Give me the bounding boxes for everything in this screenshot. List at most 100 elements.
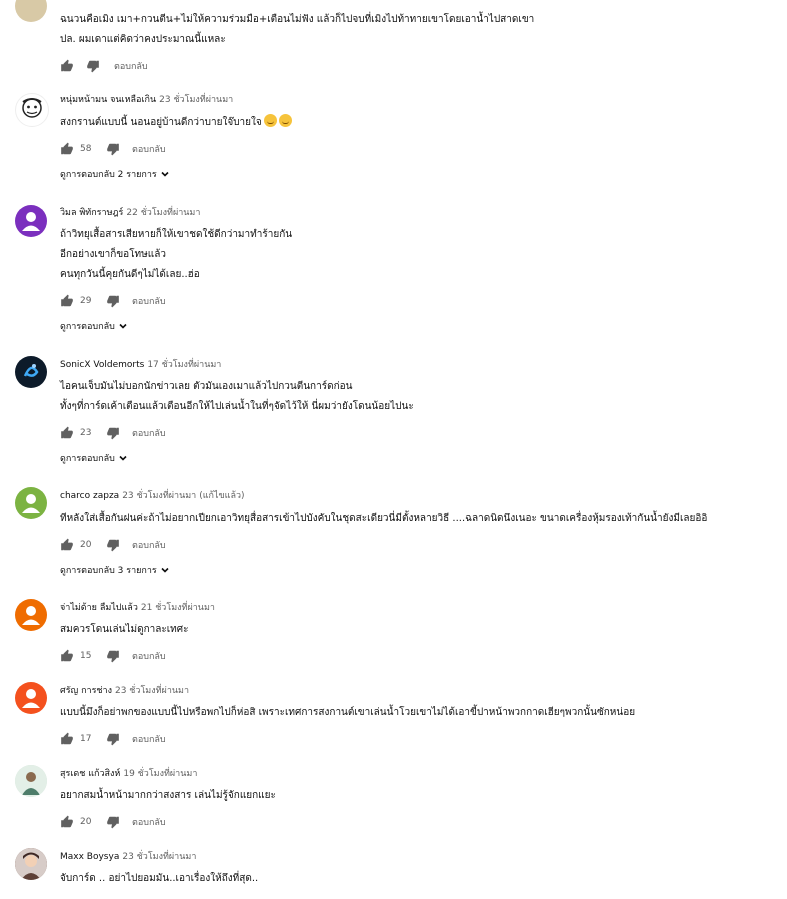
comment-actions: 29 ตอบกลับ [60,294,166,308]
thumbs-down-icon[interactable] [106,732,120,746]
reply-button[interactable]: ตอบกลับ [114,59,148,73]
comment-line: สงกรานต์แบบนี้ นอนอยู่บ้านดีกว่าบายใจ๊บา… [60,117,262,128]
avatar[interactable] [15,93,49,127]
comment-text: ถ้าวิทยุเสื้อสารเสียหายก็ให้เขาชดใช้ดีกว… [60,225,292,285]
comment-meta: หนุ่มหน้ามน จนเหลือเกิน 23 ชั่วโมงที่ผ่าน… [60,94,233,106]
thumbs-up-icon[interactable] [60,815,74,829]
comment-meta: สุรเดช แก้วสิงห์ 19 ชั่วโมงที่ผ่านมา [60,768,197,780]
thumbs-down-icon[interactable] [106,426,120,440]
thumbs-up-icon[interactable] [60,426,74,440]
author-name[interactable]: จ่าไม่ด้าย ลืมไปแล้ว [60,603,138,613]
comment-line: ฉนวนคือเมิง เมา+กวนตีน+ไม่ให้ความร่วมมือ… [60,14,535,25]
reply-button[interactable]: ตอบกลับ [132,649,166,663]
comment-meta: จ่าไม่ด้าย ลืมไปแล้ว 21 ชั่วโมงที่ผ่านมา [60,602,215,614]
comment-time[interactable]: 23 ชั่วโมงที่ผ่านมา [159,95,233,105]
reply-button[interactable]: ตอบกลับ [132,815,166,829]
view-replies-button[interactable]: ดูการตอบกลับ [60,451,128,465]
author-name[interactable]: หนุ่มหน้ามน จนเหลือเกิน [60,95,156,105]
avatar[interactable] [15,848,47,880]
like-count: 20 [80,817,92,827]
avatar[interactable] [15,205,47,237]
avatar[interactable] [15,765,47,797]
author-name[interactable]: สุรเดช แก้วสิงห์ [60,769,120,779]
like-count: 17 [80,734,92,744]
chevron-down-icon [119,455,127,461]
person-icon [22,212,40,231]
like-count: 23 [80,428,92,438]
smiley-emoji-icon [278,114,292,127]
comment-actions: 20 ตอบกลับ [60,538,166,552]
comment-line: คนทุกวันนี้คุยกันดีๆไม่ได้เลย..ฮ่อ [60,269,200,280]
comment-time[interactable]: 21 ชั่วโมงที่ผ่านมา [141,603,215,613]
comment-text: ไอคนเจ็บมันไม่บอกนักข่าวเลย ตัวมันเองเมา… [60,377,414,417]
thumbs-down-icon[interactable] [106,538,120,552]
comment-meta: charco zapza 23 ชั่วโมงที่ผ่านมา (แก้ไขแล้… [60,490,245,502]
comment-line: ถ้าวิทยุเสื้อสารเสียหายก็ให้เขาชดใช้ดีกว… [60,229,293,240]
avatar[interactable] [15,599,47,631]
reply-button[interactable]: ตอบกลับ [132,538,166,552]
comment-time[interactable]: 17 ชั่วโมงที่ผ่านมา [147,360,221,370]
thumbs-down-icon[interactable] [106,142,120,156]
comment-text: สมควรโดนเล่นไม่ดูกาละเทศะ [60,620,188,640]
thumbs-up-icon[interactable] [60,649,74,663]
like-count: 58 [80,144,92,154]
photo-avatar-icon [15,848,47,880]
thumbs-up-icon[interactable] [60,294,74,308]
person-icon [22,689,40,708]
comment-time[interactable]: 23 ชั่วโมงที่ผ่านมา [122,852,196,862]
comment-actions: 58 ตอบกลับ [60,142,166,156]
like-count: 29 [80,296,92,306]
person-icon [22,606,40,625]
view-replies-button[interactable]: ดูการตอบกลับ [60,319,128,333]
thumbs-up-icon[interactable] [60,732,74,746]
comment-text: แบบนี้มึงก็อย่าพกของแบบนี้ไปหรือพกไปก็ห่… [60,703,635,723]
comment-line: ทีหลังใส่เสื้อกันฝนค่ะถ้าไม่อยากเปียกเอา… [60,513,708,524]
author-name[interactable]: charco zapza [60,491,119,501]
view-replies-label: ดูการตอบกลับ 3 รายการ [60,566,157,576]
person-icon [22,494,40,513]
reply-button[interactable]: ตอบกลับ [132,732,166,746]
comment-time[interactable]: 22 ชั่วโมงที่ผ่านมา [126,208,200,218]
thumbs-down-icon[interactable] [106,649,120,663]
comment-actions: 17 ตอบกลับ [60,732,166,746]
author-name[interactable]: วิมล พิทักราษฎร์ [60,208,123,218]
view-replies-button[interactable]: ดูการตอบกลับ 2 รายการ [60,167,170,181]
reply-button[interactable]: ตอบกลับ [132,426,166,440]
chevron-down-icon [119,323,127,329]
smiley-emoji-icon [263,114,277,127]
comment-time[interactable]: 19 ชั่วโมงที่ผ่านมา [123,769,197,779]
like-count: 20 [80,540,92,550]
avatar[interactable] [15,682,47,714]
author-name[interactable]: ศรัญ การช่าง [60,686,112,696]
thumbs-down-icon[interactable] [86,59,100,73]
thumbs-up-icon[interactable] [60,59,74,73]
avatar[interactable] [15,356,47,388]
comment-meta: วิมล พิทักราษฎร์ 22 ชั่วโมงที่ผ่านมา [60,207,200,219]
chevron-down-icon [161,171,169,177]
comment-text: ทีหลังใส่เสื้อกันฝนค่ะถ้าไม่อยากเปียกเอา… [60,509,707,529]
comment-time[interactable]: 23 ชั่วโมงที่ผ่านมา [122,491,196,501]
view-replies-label: ดูการตอบกลับ [60,454,115,464]
avatar[interactable] [15,487,47,519]
reply-button[interactable]: ตอบกลับ [132,142,166,156]
thumbs-down-icon[interactable] [106,294,120,308]
comment-line: อยากสมน้ำหน้ามากกว่าสงสาร เล่นไม่รู้จักแ… [60,790,276,801]
thumbs-up-icon[interactable] [60,538,74,552]
comment-text: อยากสมน้ำหน้ามากกว่าสงสาร เล่นไม่รู้จักแ… [60,786,276,806]
comment-line: จับการ์ด .. อย่าไปยอมมัน..เอาเรื่องให้ถึ… [60,873,259,884]
comment-line: อีกอย่างเขาก็ขอโทษแล้ว [60,249,166,260]
reply-button[interactable]: ตอบกลับ [132,294,166,308]
cartoon-face-icon [22,98,42,118]
thumbs-up-icon[interactable] [60,142,74,156]
view-replies-button[interactable]: ดูการตอบกลับ 3 รายการ [60,563,170,577]
edited-label: (แก้ไขแล้ว) [199,491,245,501]
author-name[interactable]: SonicX Voldemorts [60,360,144,370]
comment-meta: ศรัญ การช่าง 23 ชั่วโมงที่ผ่านมา [60,685,189,697]
swirl-logo-icon [23,364,39,377]
comment-line: ไอคนเจ็บมันไม่บอกนักข่าวเลย ตัวมันเองเมา… [60,381,353,392]
avatar[interactable] [15,0,47,22]
author-name[interactable]: Maxx Boysya [60,852,119,862]
comment-line: ปล. ผมเดาแต่คิดว่าคงประมาณนี้แหละ [60,34,226,45]
comment-time[interactable]: 23 ชั่วโมงที่ผ่านมา [115,686,189,696]
thumbs-down-icon[interactable] [106,815,120,829]
